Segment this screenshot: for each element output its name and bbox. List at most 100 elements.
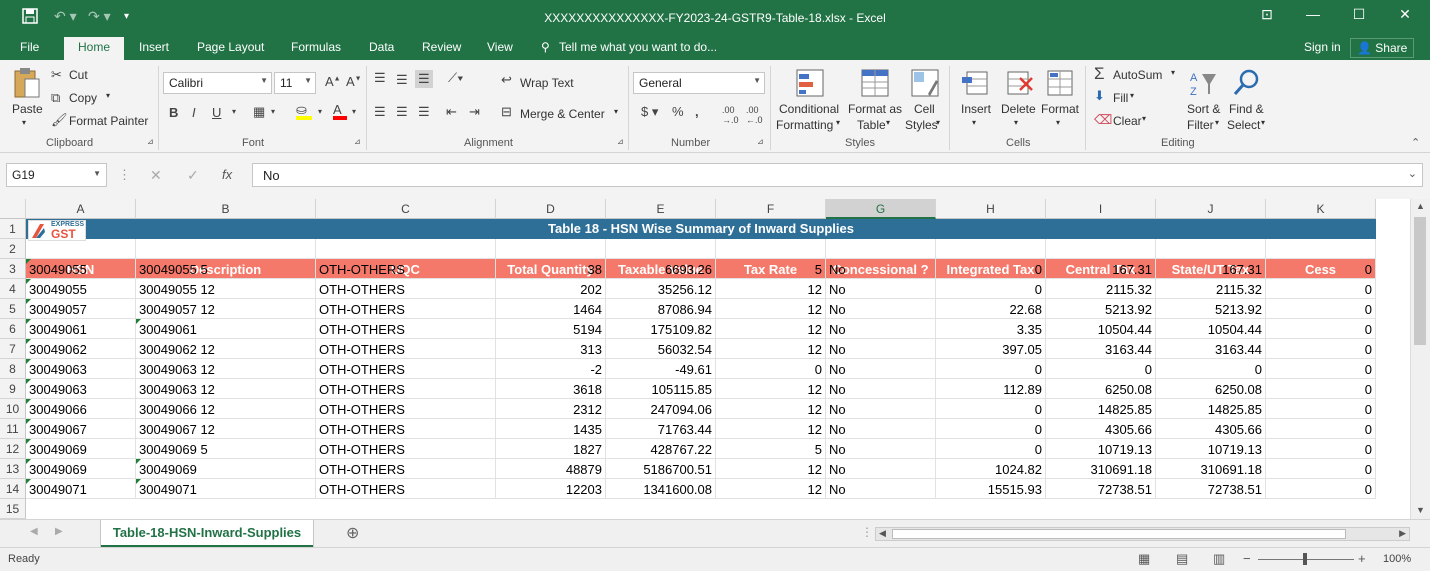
table-cell[interactable]: No [826, 379, 936, 399]
table-cell[interactable]: 12 [716, 319, 826, 339]
expand-formula-icon[interactable]: ⌄ [1408, 167, 1417, 180]
align-middle-icon[interactable]: ☰ [396, 72, 408, 88]
close-icon[interactable]: ✕ [1382, 6, 1428, 30]
table-cell[interactable]: 12 [716, 459, 826, 479]
cell-styles-button[interactable]: Cell [914, 102, 935, 116]
table-cell[interactable]: 5 [716, 259, 826, 279]
scroll-left-icon[interactable]: ◀ [879, 528, 886, 539]
tab-page-layout[interactable]: Page Layout [197, 40, 264, 54]
table-cell[interactable]: 15515.93 [936, 479, 1046, 499]
cell[interactable] [1046, 239, 1156, 259]
insert-dropdown-icon[interactable]: ▾ [972, 118, 976, 127]
table-cell[interactable]: 105115.85 [606, 379, 716, 399]
tab-insert[interactable]: Insert [139, 40, 169, 54]
table-cell[interactable]: 30049055 [26, 279, 136, 299]
underline-icon[interactable]: U [212, 105, 221, 120]
table-cell[interactable]: OTH-OTHERS [316, 359, 496, 379]
table-cell[interactable]: 0 [936, 399, 1046, 419]
table-cell[interactable]: 175109.82 [606, 319, 716, 339]
find-select-dropdown-icon[interactable]: ▾ [1261, 118, 1265, 127]
cell[interactable] [1156, 239, 1266, 259]
table-cell[interactable]: 30049063 [26, 379, 136, 399]
table-cell[interactable]: 22.68 [936, 299, 1046, 319]
row-header[interactable]: 12 [0, 439, 26, 459]
table-cell[interactable]: 87086.94 [606, 299, 716, 319]
decrease-font-icon[interactable]: A▼ [346, 74, 362, 89]
table-cell[interactable]: 30049069 [26, 459, 136, 479]
table-cell[interactable]: 10504.44 [1046, 319, 1156, 339]
row-header[interactable]: 3 [0, 259, 26, 279]
column-header-j[interactable]: J [1156, 199, 1266, 219]
table-cell[interactable]: 1024.82 [936, 459, 1046, 479]
table-cell[interactable]: 0 [936, 259, 1046, 279]
table-cell[interactable]: 30049069 [26, 439, 136, 459]
table-cell[interactable]: 1827 [496, 439, 606, 459]
row-header[interactable]: 4 [0, 279, 26, 299]
increase-font-icon[interactable]: A▲ [325, 74, 341, 89]
column-header-g[interactable]: G [826, 199, 936, 219]
table-cell[interactable]: 2115.32 [1156, 279, 1266, 299]
table-cell[interactable]: No [826, 459, 936, 479]
font-color-dropdown-icon[interactable]: ▾ [352, 107, 356, 116]
table-cell[interactable]: 0 [1266, 299, 1376, 319]
currency-icon[interactable]: $ ▾ [641, 104, 658, 120]
horizontal-scrollbar[interactable]: ◀ ▶ [875, 527, 1410, 541]
fill-color-dropdown-icon[interactable]: ▾ [318, 107, 322, 116]
table-cell[interactable]: 30049055 [26, 259, 136, 279]
page-break-view-icon[interactable]: ▥ [1213, 551, 1225, 567]
sort-filter-dropdown-icon[interactable]: ▾ [1215, 118, 1219, 127]
decrease-indent-icon[interactable]: ⇤ [446, 104, 457, 120]
table-cell[interactable]: 202 [496, 279, 606, 299]
table-cell[interactable]: 30049062 12 [136, 339, 316, 359]
format-button[interactable]: Format [1041, 102, 1079, 116]
table-cell[interactable]: 30049066 12 [136, 399, 316, 419]
table-cell[interactable]: 12 [716, 279, 826, 299]
font-color-icon[interactable]: A [333, 102, 347, 120]
table-cell[interactable]: 310691.18 [1156, 459, 1266, 479]
table-cell[interactable]: No [826, 439, 936, 459]
table-cell[interactable]: 5194 [496, 319, 606, 339]
add-sheet-icon[interactable]: ⊕ [346, 523, 359, 543]
scroll-thumb[interactable] [1414, 217, 1426, 345]
cell[interactable] [606, 239, 716, 259]
table-cell[interactable]: 167.31 [1046, 259, 1156, 279]
table-cell[interactable]: No [826, 419, 936, 439]
table-cell[interactable]: 72738.51 [1156, 479, 1266, 499]
table-cell[interactable]: OTH-OTHERS [316, 439, 496, 459]
table-cell[interactable]: No [826, 339, 936, 359]
row-header[interactable]: 1 [0, 219, 26, 239]
zoom-out-icon[interactable]: − [1243, 551, 1251, 566]
table-cell[interactable]: 30049061 [136, 319, 316, 339]
table-cell[interactable]: 0 [1266, 259, 1376, 279]
table-cell[interactable]: 30049071 [136, 479, 316, 499]
table-cell[interactable]: OTH-OTHERS [316, 459, 496, 479]
table-cell[interactable]: 313 [496, 339, 606, 359]
row-header[interactable]: 7 [0, 339, 26, 359]
table-cell[interactable]: OTH-OTHERS [316, 279, 496, 299]
column-header-b[interactable]: B [136, 199, 316, 219]
minimize-icon[interactable]: — [1290, 6, 1336, 30]
table-cell[interactable]: 4305.66 [1046, 419, 1156, 439]
sort-filter-button[interactable]: Sort & [1187, 102, 1220, 116]
table-cell[interactable]: OTH-OTHERS [316, 259, 496, 279]
align-bottom-icon[interactable]: ☰ [415, 70, 433, 88]
row-header[interactable]: 13 [0, 459, 26, 479]
italic-icon[interactable]: I [192, 105, 196, 120]
align-top-icon[interactable]: ☰ [374, 70, 386, 86]
cell[interactable] [1266, 239, 1376, 259]
tab-file[interactable]: File [20, 40, 39, 54]
table-cell[interactable]: 12 [716, 339, 826, 359]
tab-view[interactable]: View [487, 40, 513, 54]
row-header[interactable]: 15 [0, 499, 26, 519]
comma-icon[interactable]: , [695, 104, 699, 119]
table-cell[interactable]: No [826, 319, 936, 339]
table-cell[interactable]: 2115.32 [1046, 279, 1156, 299]
page-layout-view-icon[interactable]: ▤ [1176, 551, 1188, 567]
table-cell[interactable]: 5 [716, 439, 826, 459]
row-header[interactable]: 6 [0, 319, 26, 339]
font-name-combo[interactable]: Calibri ▼ [163, 72, 272, 94]
table-cell[interactable]: 1341600.08 [606, 479, 716, 499]
clear-button[interactable]: Clear [1113, 114, 1142, 128]
table-cell[interactable]: 14825.85 [1046, 399, 1156, 419]
table-cell[interactable]: No [826, 359, 936, 379]
